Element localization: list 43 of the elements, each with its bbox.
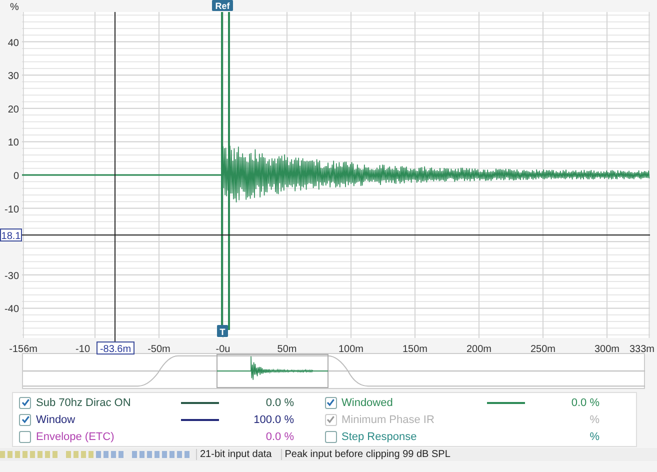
y-tick-label: -40 xyxy=(4,304,19,316)
y-tick-label: -10 xyxy=(4,204,19,216)
x-tick-label: -10 xyxy=(76,344,90,355)
x-tick-label: 200m xyxy=(466,344,492,355)
y-tick-label: 40 xyxy=(8,38,19,49)
legend-value: % xyxy=(588,414,600,426)
y-tick-label: 10 xyxy=(8,138,19,149)
x-tick-label: 50m xyxy=(277,344,297,355)
x-tick-label: 250m xyxy=(530,344,556,355)
legend-label: Window xyxy=(36,414,76,426)
checkbox[interactable] xyxy=(19,430,31,442)
legend-value: 0.0 % xyxy=(264,396,294,408)
status-text: 21-bit input data xyxy=(196,449,275,460)
y-tick-label: 0 xyxy=(13,171,19,182)
y-tick-label: 20 xyxy=(8,104,19,116)
status-text: Peak input before clipping 99 dB SPL xyxy=(280,449,454,460)
ref-marker[interactable]: Ref xyxy=(212,0,233,11)
legend-label: Step Response xyxy=(342,430,418,442)
legend-label: Windowed xyxy=(342,396,394,408)
x-tick-label: 333m xyxy=(630,344,654,355)
legend-value: 100.0 % xyxy=(252,414,294,426)
legend-value: % xyxy=(588,430,600,442)
checkbox[interactable] xyxy=(19,396,31,408)
legend-label: Minimum Phase IR xyxy=(342,414,436,426)
x-tick-label: 300m xyxy=(594,344,620,355)
x-tick-label: 150m xyxy=(402,344,428,355)
legend-label: Envelope (ETC) xyxy=(36,430,116,442)
legend-label: Sub 70hz Dirac ON xyxy=(36,396,132,408)
cursor-y-readout: 18.1 xyxy=(0,228,22,242)
y-tick-label: 30 xyxy=(8,71,19,82)
checkbox[interactable] xyxy=(19,414,31,426)
checkbox[interactable] xyxy=(324,430,336,442)
legend-value: 0.0 % xyxy=(264,430,294,442)
legend-value: 0.0 % xyxy=(570,396,600,408)
x-tick-label: -0u xyxy=(216,344,230,355)
x-tick-label: -156m xyxy=(9,344,38,355)
unit-label: % xyxy=(10,2,19,13)
x-tick-label: 100m xyxy=(338,344,364,355)
t-marker[interactable]: T xyxy=(217,325,228,337)
y-tick-label: -30 xyxy=(4,270,19,282)
cursor-x-readout: -83.6m xyxy=(96,342,134,355)
x-tick-label: -50m xyxy=(148,344,170,355)
checkbox[interactable] xyxy=(324,396,336,408)
